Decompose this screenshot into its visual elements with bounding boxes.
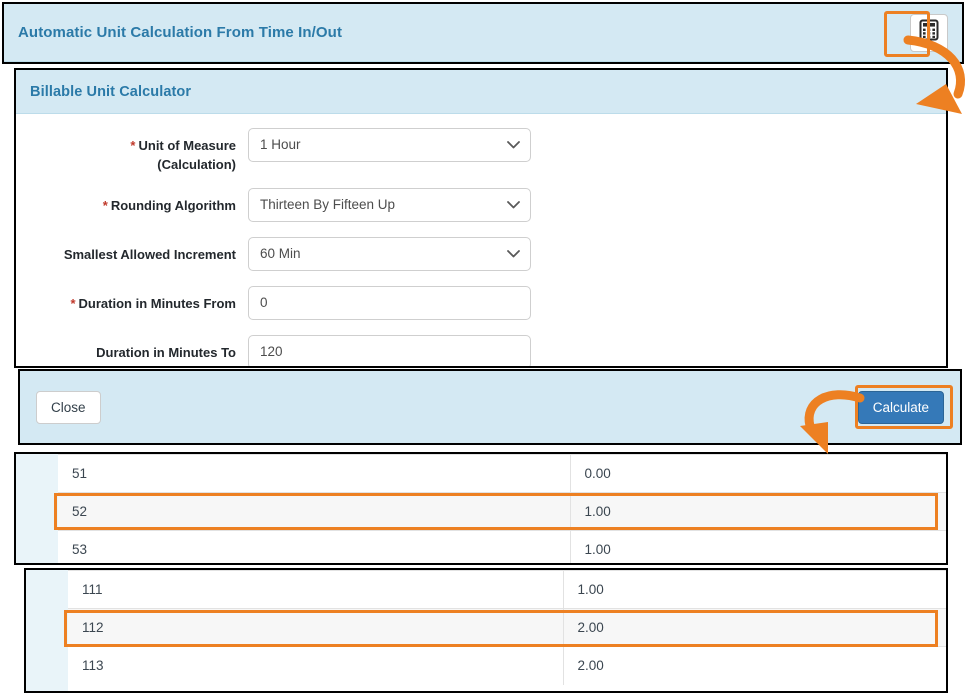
table-row[interactable]: 53 1.00 (58, 530, 946, 563)
results-table-bottom-body: 111 1.00 112 2.00 113 2.00 (68, 570, 946, 685)
results-table-bottom: 111 1.00 112 2.00 113 2.00 (68, 570, 946, 685)
label-rounding-algorithm: * Rounding Algorithm (16, 188, 248, 215)
cell-units: 1.00 (569, 492, 946, 531)
cell-minutes: 113 (68, 646, 563, 685)
label-unit-of-measure: * Unit of Measure (Calculation) (16, 128, 248, 174)
billable-unit-calculator-panel: Billable Unit Calculator * Unit of Measur… (14, 68, 948, 368)
calculator-icon-button[interactable] (910, 13, 948, 52)
table-row[interactable]: 113 2.00 (68, 646, 946, 685)
form-row-duration-to: Duration in Minutes To 120 (16, 335, 946, 366)
calculator-form: * Unit of Measure (Calculation) 1 Hour * R… (16, 114, 946, 366)
label-rounding-algorithm-text: Rounding Algorithm (110, 198, 236, 213)
panel-gutter-left (16, 454, 58, 563)
cell-units: 1.00 (562, 570, 946, 609)
dialog-footer-bar: Close Calculate (20, 371, 960, 443)
cell-units: 2.00 (562, 646, 946, 685)
label-smallest-allowed-increment-text: Smallest Allowed Increment (63, 247, 236, 262)
calculate-button[interactable]: Calculate (857, 390, 944, 424)
cell-minutes: 52 (58, 492, 570, 531)
dialog-title: Billable Unit Calculator (30, 83, 192, 100)
cell-minutes: 51 (58, 454, 570, 493)
unit-of-measure-select-wrap: 1 Hour (248, 128, 531, 162)
page-header-bar: Automatic Unit Calculation From Time In/… (4, 4, 962, 62)
required-marker: * (130, 138, 136, 153)
rounding-algorithm-select-wrap: Thirteen By Fifteen Up (248, 188, 531, 222)
close-button[interactable]: Close (36, 390, 101, 424)
smallest-allowed-increment-select[interactable]: 60 Min (248, 237, 531, 271)
cell-minutes: 111 (68, 570, 563, 609)
label-duration-in-minutes-from: * Duration in Minutes From (16, 286, 248, 313)
screenshot-stage: Automatic Unit Calculation From Time In/… (0, 0, 968, 695)
table-row-highlighted[interactable]: 52 1.00 (58, 492, 946, 531)
results-table-bottom-wrap: 111 1.00 112 2.00 113 2.00 (68, 570, 946, 691)
cell-minutes: 53 (58, 530, 570, 563)
results-table-top-body: 51 0.00 52 1.00 53 1.00 (58, 454, 946, 563)
dialog-footer-panel: Close Calculate (18, 369, 962, 445)
page-header-panel: Automatic Unit Calculation From Time In/… (2, 2, 964, 64)
table-row[interactable]: 111 1.00 (68, 570, 946, 609)
duration-from-input[interactable]: 0 (248, 286, 531, 320)
duration-from-input-wrap: 0 (248, 286, 531, 320)
table-row[interactable]: 51 0.00 (58, 454, 946, 493)
label-duration-in-minutes-to-text: Duration in Minutes To (96, 345, 236, 360)
label-smallest-allowed-increment: Smallest Allowed Increment (16, 237, 248, 264)
panel-gutter-left (26, 570, 68, 691)
page-title: Automatic Unit Calculation From Time In/… (18, 24, 343, 41)
cell-units: 0.00 (569, 454, 946, 493)
form-row-smallest-allowed-increment: Smallest Allowed Increment 60 Min (16, 237, 946, 271)
cell-units: 2.00 (562, 608, 946, 647)
required-marker: * (102, 198, 108, 213)
label-unit-of-measure-line2: (Calculation) (157, 157, 236, 172)
label-duration-in-minutes-from-text: Duration in Minutes From (78, 296, 236, 311)
unit-of-measure-select[interactable]: 1 Hour (248, 128, 531, 162)
cell-units: 1.00 (569, 530, 946, 563)
form-row-unit-of-measure: * Unit of Measure (Calculation) 1 Hour (16, 128, 946, 174)
cell-minutes: 112 (68, 608, 563, 647)
label-unit-of-measure-line1: Unit of Measure (138, 138, 236, 153)
results-table-top-panel: 51 0.00 52 1.00 53 1.00 (14, 452, 948, 565)
table-row-highlighted[interactable]: 112 2.00 (68, 608, 946, 647)
label-duration-in-minutes-to: Duration in Minutes To (16, 335, 248, 362)
form-row-duration-from: * Duration in Minutes From 0 (16, 286, 946, 320)
results-table-top-wrap: 51 0.00 52 1.00 53 1.00 (58, 454, 946, 563)
results-table-bottom-panel: 111 1.00 112 2.00 113 2.00 (24, 568, 948, 693)
smallest-allowed-increment-select-wrap: 60 Min (248, 237, 531, 271)
duration-to-input[interactable]: 120 (248, 335, 531, 366)
form-row-rounding-algorithm: * Rounding Algorithm Thirteen By Fifteen … (16, 188, 946, 222)
duration-to-input-wrap: 120 (248, 335, 531, 366)
rounding-algorithm-select[interactable]: Thirteen By Fifteen Up (248, 188, 531, 222)
calculator-icon (919, 19, 939, 46)
required-marker: * (70, 296, 76, 311)
dialog-header-bar: Billable Unit Calculator (16, 70, 946, 114)
results-table-top: 51 0.00 52 1.00 53 1.00 (58, 454, 946, 563)
